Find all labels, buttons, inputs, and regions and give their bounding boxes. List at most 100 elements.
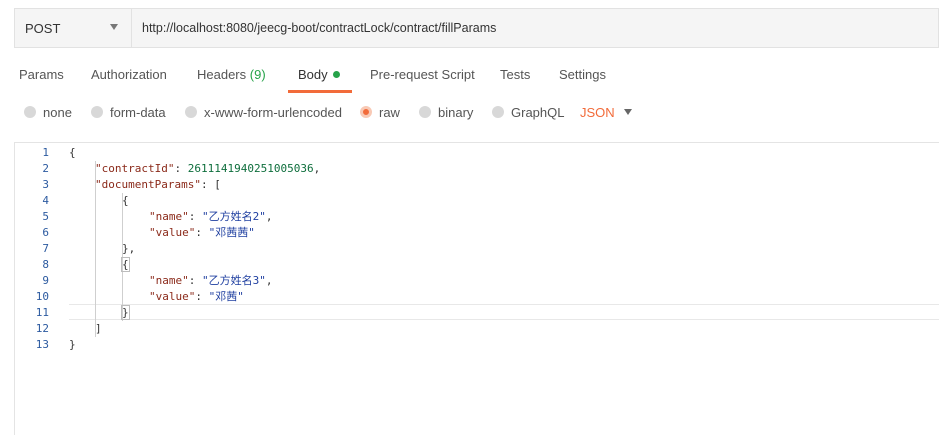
line-number: 8 bbox=[42, 258, 49, 271]
line-number: 11 bbox=[35, 306, 49, 319]
line-number: 9 bbox=[42, 274, 49, 287]
status-dot-icon bbox=[332, 71, 340, 78]
colon: : bbox=[195, 226, 209, 239]
colon: : bbox=[200, 178, 215, 191]
code-editor[interactable]: 1 2 3 4 5 6 7 8 9 10 11 12 13 { "contrac… bbox=[14, 142, 939, 435]
tab-label: Tests bbox=[500, 67, 531, 82]
tab-authorization[interactable]: Authorization bbox=[91, 64, 167, 92]
line-number: 4 bbox=[42, 194, 49, 207]
format-select[interactable]: JSON bbox=[580, 100, 615, 124]
code-line-4: { bbox=[122, 193, 129, 209]
tab-body[interactable]: Body bbox=[288, 64, 352, 93]
radio-checked-icon bbox=[360, 106, 372, 118]
tab-label: Settings bbox=[559, 67, 606, 82]
code-line-6: "value": "邓茜茜" bbox=[149, 225, 255, 241]
comma: , bbox=[313, 162, 321, 175]
code-line-10: "value": "邓茜" bbox=[149, 289, 244, 305]
radio-icon bbox=[24, 106, 36, 118]
body-type-options: none form-data x-www-form-urlencoded raw… bbox=[0, 100, 939, 124]
radio-icon bbox=[91, 106, 103, 118]
colon: : bbox=[174, 162, 188, 175]
format-label: JSON bbox=[580, 104, 615, 120]
brace: }, bbox=[122, 242, 136, 255]
tab-label: Params bbox=[19, 67, 64, 82]
request-tabs: Params Authorization Headers (9) Body Pr… bbox=[0, 64, 939, 93]
brace: } bbox=[69, 338, 76, 351]
code-line-9: "name": "乙方姓名3", bbox=[149, 273, 273, 289]
tab-tests[interactable]: Tests bbox=[500, 64, 530, 92]
radio-label: none bbox=[43, 104, 72, 120]
json-key: "value" bbox=[149, 290, 196, 303]
request-bar: POST http://localhost:8080/jeecg-boot/co… bbox=[14, 8, 939, 48]
radio-icon bbox=[185, 106, 197, 118]
tab-headers[interactable]: Headers (9) bbox=[197, 64, 266, 92]
chevron-down-icon[interactable] bbox=[624, 109, 632, 115]
colon: : bbox=[195, 290, 209, 303]
code-line-2: "contractId": 2611141940251005036, bbox=[95, 161, 320, 177]
tab-settings[interactable]: Settings bbox=[559, 64, 606, 92]
line-number: 10 bbox=[35, 290, 49, 303]
bracket: [ bbox=[214, 178, 221, 191]
current-line-highlight bbox=[69, 304, 939, 320]
comma: , bbox=[265, 274, 273, 287]
colon: : bbox=[188, 274, 202, 287]
headers-count: (9) bbox=[249, 67, 266, 82]
url-input[interactable]: http://localhost:8080/jeecg-boot/contrac… bbox=[132, 9, 938, 47]
line-number: 3 bbox=[42, 178, 49, 191]
radio-x-www-form-urlencoded[interactable]: x-www-form-urlencoded bbox=[185, 100, 342, 124]
json-string: "邓茜茜" bbox=[208, 226, 255, 239]
json-number: 2611141940251005036 bbox=[187, 162, 314, 175]
code-line-7: }, bbox=[122, 241, 135, 257]
radio-none[interactable]: none bbox=[24, 100, 72, 124]
json-key: "documentParams" bbox=[95, 178, 201, 191]
line-number: 12 bbox=[35, 322, 49, 335]
json-key: "name" bbox=[149, 210, 189, 223]
line-number: 1 bbox=[42, 146, 49, 159]
line-number: 2 bbox=[42, 162, 49, 175]
tab-label: Pre-request Script bbox=[370, 67, 475, 82]
code-line-1: { bbox=[69, 145, 76, 161]
method-select[interactable]: POST bbox=[15, 9, 132, 47]
matched-brace: } bbox=[121, 305, 130, 320]
json-string: "邓茜" bbox=[208, 290, 244, 303]
code-line-8: { bbox=[121, 257, 130, 273]
line-number: 13 bbox=[35, 338, 49, 351]
json-key: "contractId" bbox=[95, 162, 175, 175]
radio-binary[interactable]: binary bbox=[419, 100, 473, 124]
tab-label: Headers bbox=[197, 67, 247, 82]
json-key: "name" bbox=[149, 274, 189, 287]
radio-label: GraphQL bbox=[511, 104, 565, 120]
line-number: 7 bbox=[42, 242, 49, 255]
code-line-5: "name": "乙方姓名2", bbox=[149, 209, 273, 225]
tab-pre-request-script[interactable]: Pre-request Script bbox=[370, 64, 475, 92]
tab-label: Body bbox=[298, 67, 328, 82]
code-line-12: ] bbox=[95, 321, 102, 337]
line-number: 6 bbox=[42, 226, 49, 239]
line-number: 5 bbox=[42, 210, 49, 223]
radio-label: binary bbox=[438, 104, 474, 120]
comma: , bbox=[265, 210, 273, 223]
radio-label: x-www-form-urlencoded bbox=[204, 104, 342, 120]
code-line-13: } bbox=[69, 337, 76, 353]
brace: { bbox=[122, 194, 129, 207]
method-label: POST bbox=[25, 20, 61, 36]
radio-label: form-data bbox=[110, 104, 166, 120]
radio-icon bbox=[419, 106, 431, 118]
chevron-down-icon bbox=[110, 24, 118, 30]
json-string: "乙方姓名3" bbox=[202, 274, 266, 287]
radio-form-data[interactable]: form-data bbox=[91, 100, 166, 124]
json-key: "value" bbox=[149, 226, 196, 239]
radio-raw[interactable]: raw bbox=[360, 100, 400, 124]
colon: : bbox=[188, 210, 202, 223]
radio-label: raw bbox=[379, 104, 400, 120]
code-line-3: "documentParams": [ bbox=[95, 177, 221, 193]
radio-graphql[interactable]: GraphQL bbox=[492, 100, 564, 124]
tab-label: Authorization bbox=[91, 67, 167, 82]
bracket: ] bbox=[95, 322, 102, 335]
active-tab-underline bbox=[288, 90, 352, 93]
matched-brace: { bbox=[121, 257, 130, 272]
json-string: "乙方姓名2" bbox=[202, 210, 266, 223]
code-line-11: } bbox=[121, 305, 130, 321]
tab-params[interactable]: Params bbox=[19, 64, 64, 92]
radio-icon bbox=[492, 106, 504, 118]
